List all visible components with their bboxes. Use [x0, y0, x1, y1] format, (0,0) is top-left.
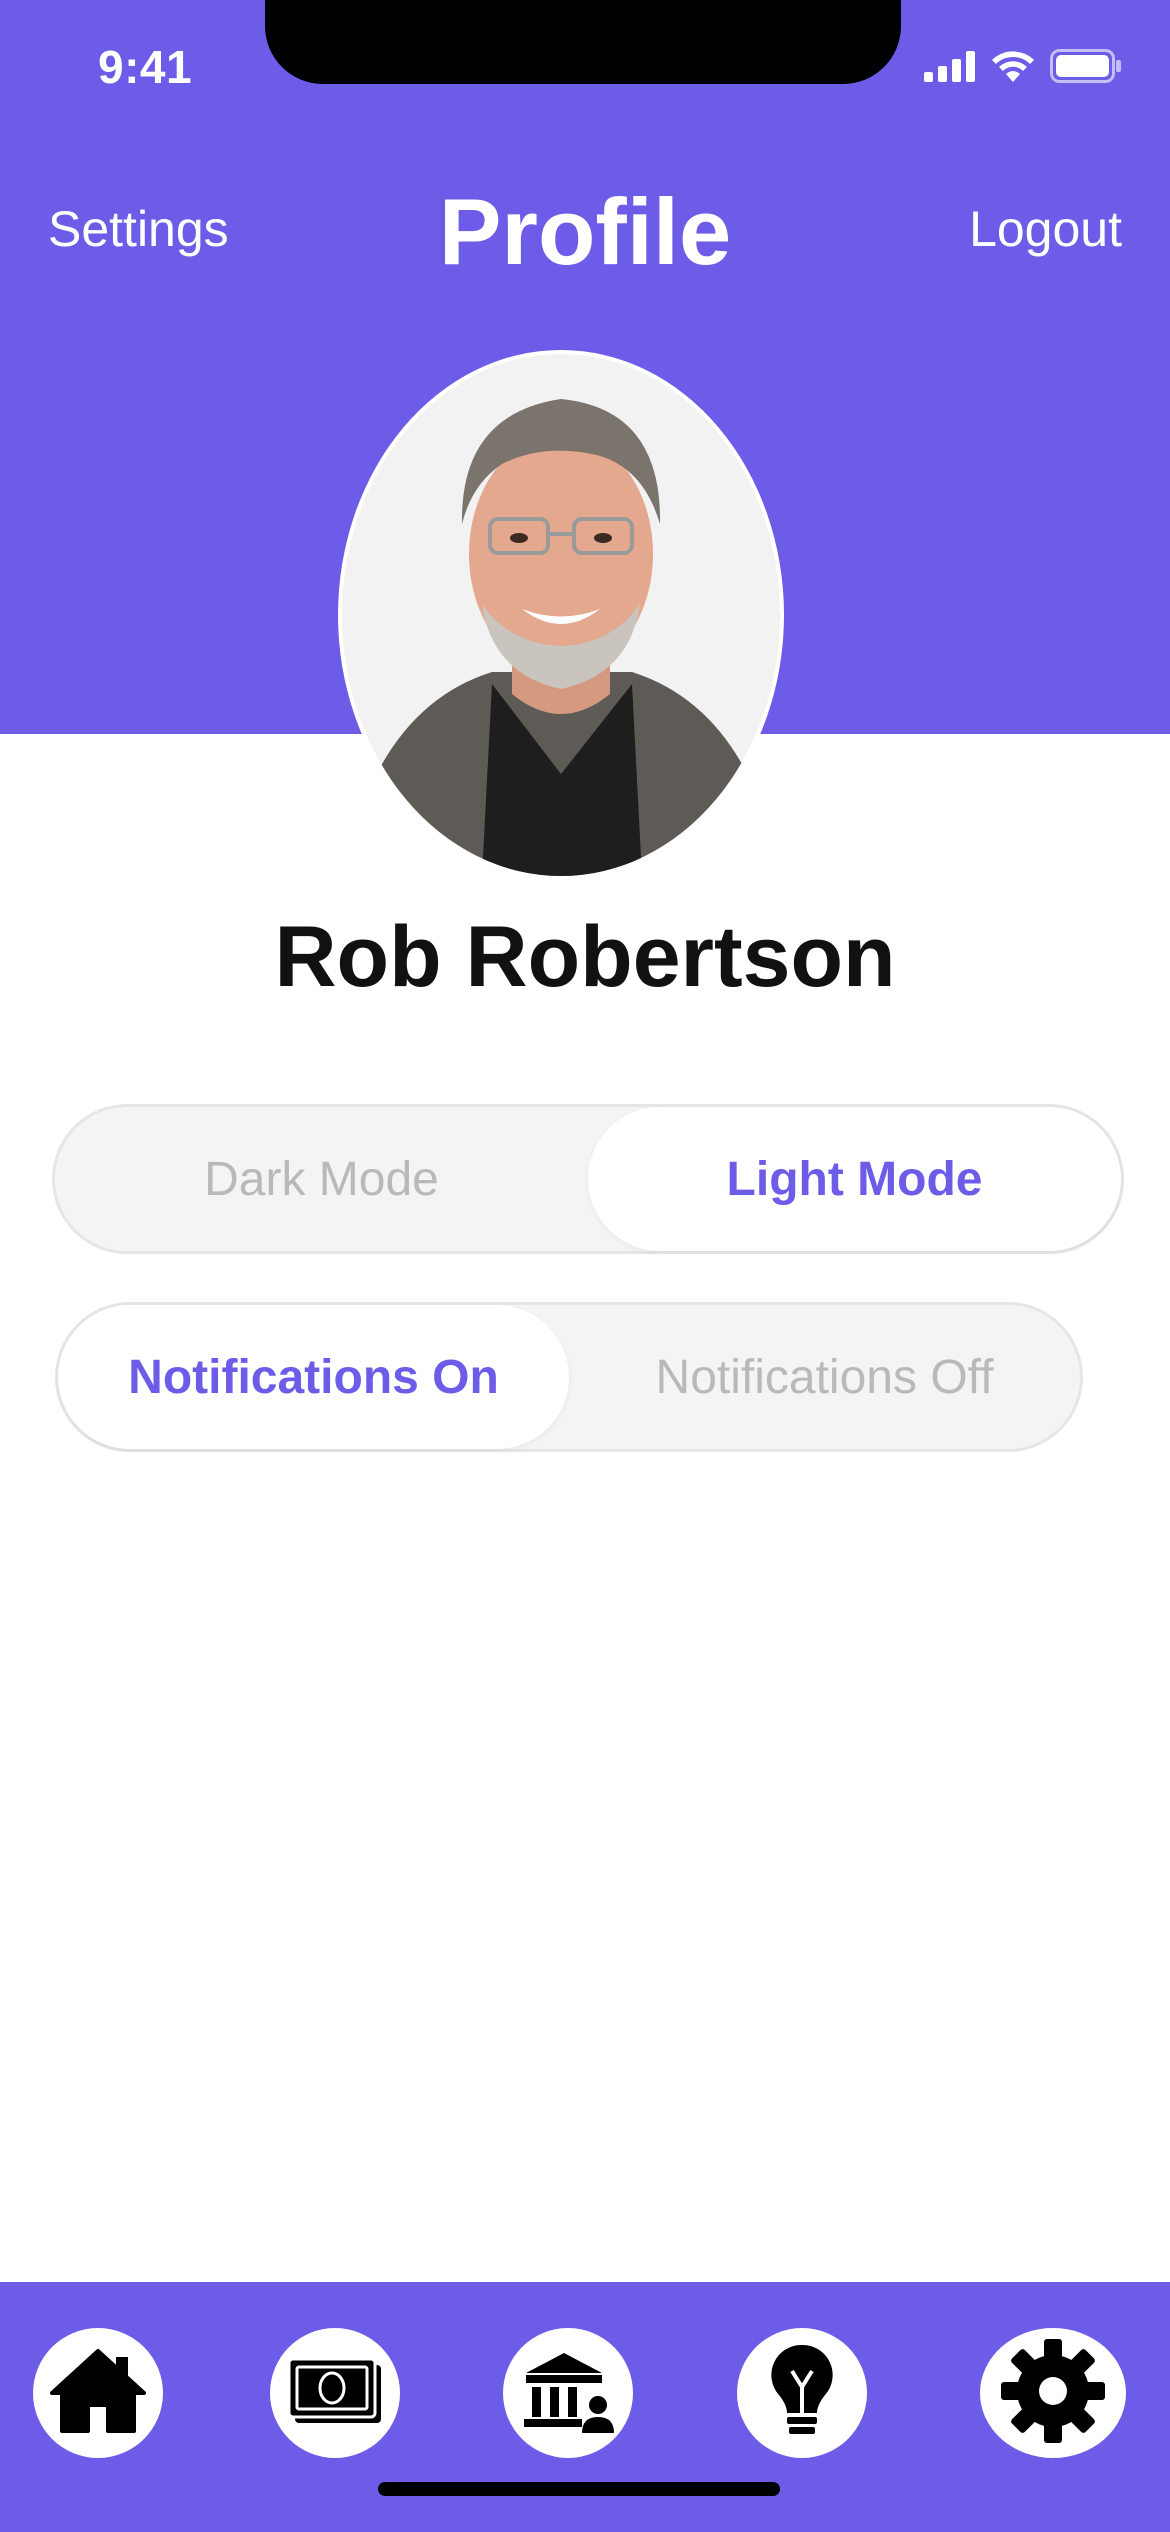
lightbulb-icon [767, 2341, 837, 2446]
light-mode-option[interactable]: Light Mode [588, 1107, 1121, 1251]
dark-mode-option[interactable]: Dark Mode [55, 1107, 588, 1251]
theme-toggle: Dark Mode Light Mode [52, 1104, 1124, 1254]
status-icons [924, 48, 1122, 88]
avatar[interactable] [338, 350, 784, 880]
cash-icon [285, 2351, 385, 2436]
tab-home[interactable] [33, 2328, 163, 2458]
user-name: Rob Robertson [274, 909, 896, 1005]
home-icon [46, 2345, 150, 2442]
gear-icon [995, 2333, 1111, 2454]
notifications-off-option[interactable]: Notifications Off [569, 1305, 1080, 1449]
battery-icon [1050, 48, 1122, 88]
status-bar: 9:41 [0, 0, 1170, 140]
status-time: 9:41 [98, 41, 193, 93]
profile-screen: 9:41 Settings Profile Logout Rob Roberts… [0, 0, 1170, 2532]
cellular-signal-icon [924, 50, 976, 87]
notifications-toggle: Notifications On Notifications Off [55, 1302, 1083, 1452]
home-indicator [378, 2482, 780, 2496]
bank-icon [520, 2347, 616, 2440]
notifications-on-option[interactable]: Notifications On [58, 1305, 569, 1449]
tab-ideas[interactable] [737, 2328, 867, 2458]
device-notch [265, 0, 901, 84]
logout-link[interactable]: Logout [969, 200, 1122, 258]
tab-settings[interactable] [980, 2328, 1126, 2458]
tab-bank[interactable] [503, 2328, 633, 2458]
tab-cash[interactable] [270, 2328, 400, 2458]
profile-photo [342, 354, 780, 876]
wifi-icon [990, 49, 1036, 88]
